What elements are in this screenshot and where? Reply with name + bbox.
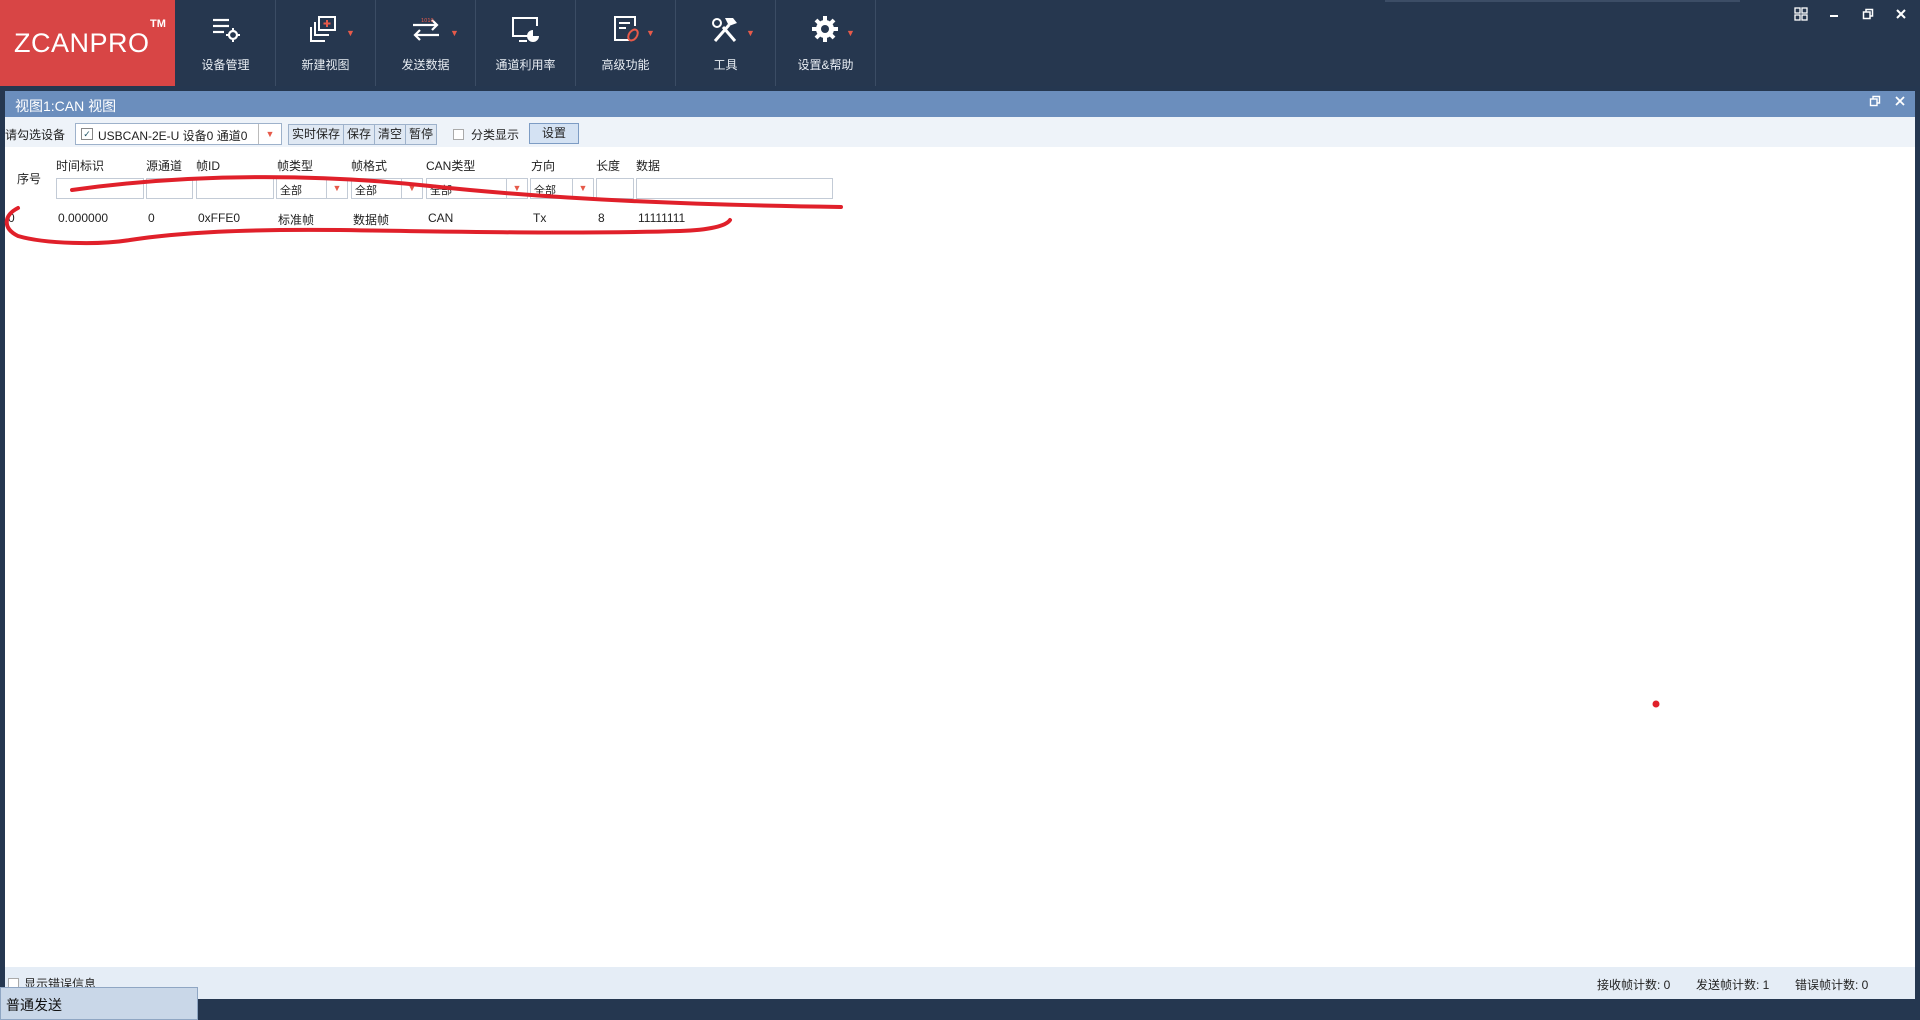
restore-icon[interactable]: [1855, 4, 1881, 24]
normal-send-tab[interactable]: 普通发送: [0, 987, 198, 1020]
logo-trademark: TM: [150, 18, 166, 30]
chevron-down-icon: ▼: [746, 28, 755, 38]
logo-text: ZCANPRO: [14, 28, 150, 58]
view-title-bar: 视图1:CAN 视图: [5, 91, 1915, 117]
classify-label: 分类显示: [471, 128, 520, 142]
col-header-can-type[interactable]: CAN类型: [426, 157, 475, 174]
toolbar-label: 发送数据: [401, 58, 450, 72]
cell-frame-id: 0xFFE0: [198, 211, 241, 225]
float-window-icon[interactable]: [1869, 94, 1881, 110]
toolbar-send-data[interactable]: 1010 ▼ 发送数据: [376, 0, 476, 86]
cell-index: 0: [8, 211, 15, 225]
rx-count: 接收帧计数: 0: [1597, 978, 1671, 992]
filter-can-type[interactable]: 全部 ▼: [426, 178, 528, 199]
filter-frame-format[interactable]: 全部 ▼: [351, 178, 423, 199]
filter-value: 全部: [280, 185, 302, 197]
chevron-down-icon: ▼: [326, 179, 347, 198]
filter-frame-type[interactable]: 全部 ▼: [276, 178, 348, 199]
chevron-down-icon: ▼: [846, 28, 855, 38]
svg-text:1010: 1010: [421, 18, 434, 24]
filter-time[interactable]: [56, 178, 144, 199]
toolbar-tools[interactable]: ▼ 工具: [676, 0, 776, 86]
cell-direction: Tx: [533, 211, 547, 225]
settings-icon: [776, 12, 875, 46]
toolbar-label: 通道利用率: [495, 58, 556, 72]
toolbar-device-manager[interactable]: 设备管理: [176, 0, 276, 86]
col-header-source-channel[interactable]: 源通道: [146, 157, 182, 174]
view-close-icon[interactable]: [1894, 94, 1906, 110]
close-icon[interactable]: [1888, 4, 1914, 24]
col-header-frame-type[interactable]: 帧类型: [277, 157, 313, 174]
chevron-down-icon[interactable]: ▼: [258, 124, 281, 144]
chevron-down-icon: ▼: [506, 179, 527, 198]
advanced-icon: [576, 12, 675, 46]
col-header-index[interactable]: 序号: [17, 170, 41, 187]
ribbon: ZCANPRO TM 设备管理 ▼ 新建视图 1010 ▼ 发送数据 通道利用率: [0, 0, 1920, 86]
device-manager-icon: [176, 12, 275, 46]
error-count: 错误帧计数: 0: [1795, 978, 1869, 992]
view-settings-button[interactable]: 设置: [529, 123, 579, 144]
toolbar-label: 设置&帮助: [797, 58, 854, 72]
toolbar-advanced[interactable]: ▼ 高级功能: [576, 0, 676, 86]
clear-button[interactable]: 清空: [375, 125, 407, 144]
cell-source-channel: 0: [148, 211, 155, 225]
ribbon-top-strip: [1385, 0, 1740, 2]
filter-direction[interactable]: 全部 ▼: [530, 178, 594, 199]
view-button-group: 实时保存 保存 清空 暂停: [288, 124, 438, 145]
chevron-down-icon: ▼: [450, 28, 459, 38]
device-select[interactable]: ✓ USBCAN-2E-U 设备0 通道0 ▼: [75, 123, 282, 145]
col-header-time[interactable]: 时间标识: [56, 157, 104, 174]
device-select-value: USBCAN-2E-U 设备0 通道0: [98, 129, 248, 143]
col-header-frame-id[interactable]: 帧ID: [196, 157, 220, 174]
send-data-icon: 1010: [376, 12, 475, 46]
filter-length[interactable]: [596, 178, 634, 199]
col-header-frame-format[interactable]: 帧格式: [351, 157, 387, 174]
col-header-data[interactable]: 数据: [636, 157, 660, 174]
toolbar-new-view[interactable]: ▼ 新建视图: [276, 0, 376, 86]
chevron-down-icon: ▼: [401, 179, 422, 198]
col-header-direction[interactable]: 方向: [531, 157, 555, 174]
filter-value: 全部: [355, 185, 377, 197]
classify-checkbox[interactable]: [453, 129, 464, 140]
chevron-down-icon: ▼: [646, 28, 655, 38]
chevron-down-icon: ▼: [346, 28, 355, 38]
layout-icon[interactable]: [1788, 4, 1814, 24]
realtime-save-button[interactable]: 实时保存: [289, 125, 345, 144]
device-label: 请勾选设备: [5, 128, 66, 142]
tx-count: 发送帧计数: 1: [1696, 978, 1770, 992]
view-toolbar: 请勾选设备 ✓ USBCAN-2E-U 设备0 通道0 ▼ 实时保存 保存 清空…: [5, 117, 1915, 147]
toolbar-label: 工具: [713, 58, 738, 72]
filter-source-channel[interactable]: [146, 178, 193, 199]
cell-time: 0.000000: [58, 211, 109, 225]
cell-length: 8: [598, 211, 605, 225]
toolbar-channel-usage[interactable]: 通道利用率: [476, 0, 576, 86]
chevron-down-icon: ▼: [572, 179, 593, 198]
filter-value: 全部: [534, 185, 556, 197]
toolbar-label: 新建视图: [301, 58, 350, 72]
pause-button[interactable]: 暂停: [406, 125, 436, 144]
new-view-icon: [276, 12, 375, 46]
normal-send-label: 普通发送: [6, 997, 62, 1013]
toolbar-label: 设备管理: [201, 58, 250, 72]
cell-data: 11111111: [638, 211, 686, 225]
col-header-length[interactable]: 长度: [596, 157, 620, 174]
tools-icon: [676, 12, 775, 46]
view-title: 视图1:CAN 视图: [15, 98, 117, 114]
cell-frame-format: 数据帧: [353, 213, 390, 227]
toolbar-settings-help[interactable]: ▼ 设置&帮助: [776, 0, 876, 86]
minimize-icon[interactable]: [1821, 4, 1847, 24]
app-logo: ZCANPRO TM: [0, 0, 175, 86]
channel-usage-icon: [476, 12, 575, 46]
save-button[interactable]: 保存: [344, 125, 376, 144]
cell-frame-type: 标准帧: [278, 213, 315, 227]
filter-data[interactable]: [636, 178, 833, 199]
device-checkbox[interactable]: ✓: [81, 128, 93, 140]
filter-value: 全部: [430, 185, 452, 197]
toolbar-label: 高级功能: [601, 58, 650, 72]
filter-frame-id[interactable]: [196, 178, 274, 199]
cell-can-type: CAN: [428, 211, 454, 225]
